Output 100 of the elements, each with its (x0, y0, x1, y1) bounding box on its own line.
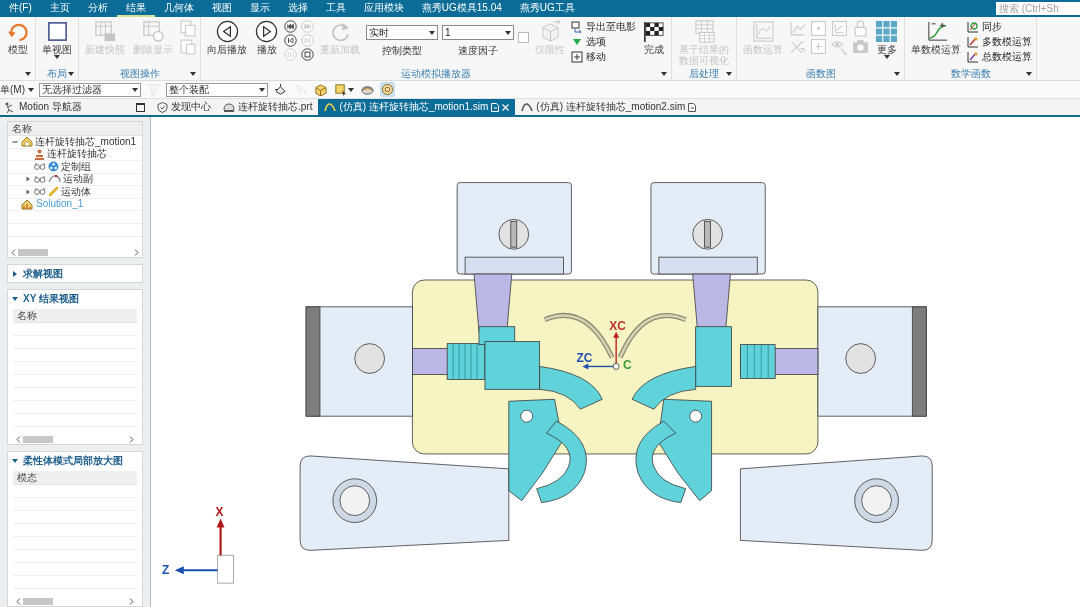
panel-title: Motion 导航器 (19, 100, 83, 114)
group-label: 后处理 (689, 68, 719, 80)
document-tab[interactable]: 连杆旋转抽芯.prt (217, 99, 319, 115)
dropdown[interactable]: 整个装配 (166, 82, 268, 97)
scroll-left-icon[interactable] (16, 597, 21, 605)
launcher-caret-icon[interactable] (1026, 72, 1032, 76)
section-header[interactable]: XY 结果视图 (8, 290, 142, 307)
glasses-icon[interactable] (34, 162, 46, 172)
scroll-right-icon[interactable] (134, 248, 139, 256)
caret-icon[interactable] (348, 87, 354, 92)
expand-icon[interactable] (24, 175, 32, 184)
dome-icon (223, 101, 235, 113)
tree-item[interactable]: 连杆旋转抽芯 (47, 148, 107, 161)
launcher-caret-icon[interactable] (25, 72, 31, 76)
box-select-icon (334, 83, 347, 96)
dropdown[interactable]: 1 (442, 25, 514, 40)
column-header[interactable]: 名称 (13, 309, 137, 323)
play-icon (255, 20, 278, 43)
caret-icon[interactable] (54, 55, 60, 59)
document-tab[interactable]: (仿真) 连杆旋转抽芯_motion2.sim (515, 99, 703, 115)
menu-tab[interactable]: 应用模块 (354, 0, 413, 17)
step-back-icon[interactable] (284, 34, 297, 47)
field-label: 速度因子 (458, 44, 498, 58)
ribbon-button[interactable]: 播放 (253, 19, 280, 55)
glasses-icon[interactable] (34, 187, 46, 197)
chart-pen-icon (967, 50, 979, 63)
menu-tab[interactable]: 主页 (40, 0, 79, 17)
menu-button[interactable]: 单(M) (0, 82, 34, 97)
tree-item[interactable]: 定制组 (61, 160, 91, 173)
toolbar-button[interactable] (333, 82, 355, 97)
collapse-arrow-icon (12, 295, 18, 302)
menu-tab[interactable]: 燕秀UG工具 (510, 0, 584, 17)
expand-arrow-icon (12, 270, 18, 277)
ribbon-button[interactable]: 单视图 (40, 19, 74, 59)
expand-icon[interactable] (24, 187, 32, 196)
stop-icon[interactable] (301, 48, 314, 61)
search-field[interactable]: 搜索 (Ctrl+Sh (996, 2, 1080, 15)
menu-tab[interactable]: 显示 (240, 0, 279, 17)
ribbon-list-button[interactable]: 导出至电影 (571, 20, 636, 33)
menu-tab[interactable]: 视图 (202, 0, 241, 17)
document-tab[interactable]: (仿真) 连杆旋转抽芯_motion1.sim (318, 99, 516, 115)
ribbon-list-button[interactable]: 移动 (571, 50, 636, 63)
ribbon-button[interactable]: 模型 (4, 19, 31, 55)
menu-tab[interactable]: 选择 (278, 0, 317, 17)
ribbon-button[interactable]: 向后播放 (205, 19, 249, 55)
scroll-left-icon[interactable] (16, 435, 21, 443)
scrollbar-thumb[interactable] (23, 435, 53, 443)
ribbon-list-button[interactable]: 选项 (571, 35, 636, 48)
close-icon[interactable] (502, 103, 510, 111)
axis-label: XC (609, 318, 626, 333)
caret-icon[interactable] (505, 30, 511, 35)
group-label: 视图操作 (119, 68, 160, 80)
ribbon-button[interactable]: 更多 (873, 19, 900, 59)
window-circle-icon (141, 20, 165, 43)
scroll-right-icon[interactable] (129, 597, 134, 605)
launcher-caret-icon[interactable] (894, 72, 900, 76)
axis-triad-icon (174, 518, 234, 584)
ribbon-button[interactable]: 单数模运算 (909, 19, 963, 55)
ribbon-list-button[interactable]: 同步 (967, 20, 1032, 33)
scroll-left-icon[interactable] (11, 248, 16, 256)
horizontal-scrollbar[interactable] (8, 247, 142, 257)
menu-tab[interactable]: 分析 (78, 0, 117, 17)
document-icon (491, 102, 500, 112)
house-chart-icon (21, 198, 34, 210)
menu-tab[interactable]: 燕秀UG模具15.04 (412, 0, 511, 17)
column-header[interactable]: 模态 (13, 471, 137, 485)
launcher-caret-icon[interactable] (661, 72, 667, 76)
caret-icon[interactable] (429, 30, 435, 35)
toolbar-button[interactable] (273, 82, 288, 97)
caret-icon[interactable] (883, 55, 890, 59)
window-grid-icon (93, 20, 117, 43)
menu-tab[interactable]: 工具 (316, 0, 355, 17)
launcher-caret-icon[interactable] (190, 72, 196, 76)
ribbon-list-button[interactable]: 总数模运算 (967, 50, 1032, 63)
tree-item[interactable]: 运动体 (61, 185, 91, 198)
section-header[interactable]: 求解视图 (8, 265, 142, 282)
tree-item[interactable]: 运动副 (63, 173, 93, 186)
glasses-icon[interactable] (34, 174, 46, 184)
column-header[interactable]: 名称 (8, 122, 142, 136)
menu-tab[interactable]: 件(F) (0, 0, 41, 17)
scrollbar-thumb[interactable] (18, 248, 48, 256)
caret-icon[interactable] (259, 87, 265, 92)
tree-item[interactable]: 连杆旋转抽芯_motion1 (35, 135, 137, 148)
maximize-icon[interactable] (136, 102, 145, 112)
dropdown[interactable]: 无选择过滤器 (39, 82, 141, 97)
caret-icon[interactable] (132, 87, 138, 92)
ribbon-button[interactable]: 完成 (640, 19, 667, 55)
scrollbar-thumb[interactable] (23, 597, 53, 605)
skip-to-start-icon[interactable] (284, 20, 297, 33)
arc-icon (521, 101, 534, 113)
menu-tab[interactable]: 几何体 (154, 0, 203, 17)
dropdown[interactable]: 实时 (366, 25, 438, 40)
arc-icon (324, 101, 337, 113)
scroll-right-icon[interactable] (129, 435, 134, 443)
launcher-caret-icon[interactable] (68, 72, 74, 76)
ribbon-list-button[interactable]: 多数模运算 (967, 35, 1032, 48)
launcher-caret-icon[interactable] (726, 72, 732, 76)
caret-icon[interactable] (28, 87, 34, 92)
document-tab[interactable]: 发现中心 (151, 99, 217, 115)
section-header[interactable]: 柔性体模式局部放大图 (8, 452, 142, 469)
